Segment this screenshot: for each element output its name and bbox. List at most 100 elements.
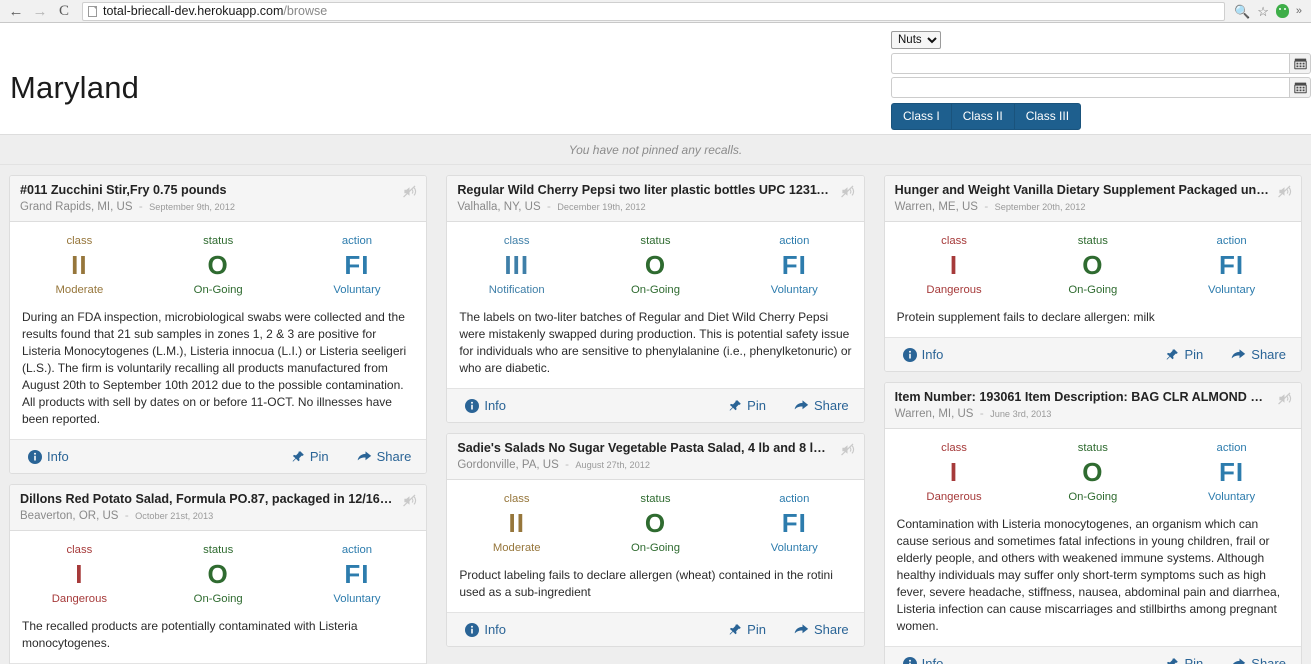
volume-off-icon[interactable] xyxy=(401,183,418,200)
class-badge-label: class xyxy=(66,543,93,556)
info-icon xyxy=(902,656,917,664)
recall-title: Sadie's Salads No Sugar Vegetable Pasta … xyxy=(457,441,854,456)
share-arrow-icon xyxy=(794,399,809,413)
action-badge-value: Voluntary xyxy=(1208,491,1256,504)
recall-date: September 9th, 2012 xyxy=(149,201,235,212)
class-badge-value: Dangerous xyxy=(926,491,982,504)
share-button[interactable]: Share xyxy=(794,622,849,637)
recall-card-header: Regular Wild Cherry Pepsi two liter plas… xyxy=(447,176,864,222)
action-badge-value: Voluntary xyxy=(1208,284,1256,297)
status-badge-label: status xyxy=(640,492,671,505)
class-2-button[interactable]: Class II xyxy=(950,103,1014,130)
recall-description: Product labeling fails to declare allerg… xyxy=(459,568,833,600)
extension-icon[interactable] xyxy=(1275,4,1289,18)
volume-off-icon[interactable] xyxy=(839,441,856,458)
status-badge-glyph: O xyxy=(1082,250,1104,281)
pin-button[interactable]: Pin xyxy=(728,398,766,413)
volume-off-icon[interactable] xyxy=(1276,183,1293,200)
status-badge-value: On-Going xyxy=(631,542,680,555)
star-icon[interactable]: ☆ xyxy=(1257,5,1269,18)
status-badge-glyph: O xyxy=(1082,457,1104,488)
recall-location-date: Gordonville, PA, US - August 27th, 2012 xyxy=(457,458,650,471)
recall-card-header: Dillons Red Potato Salad, Formula PO.87,… xyxy=(10,485,427,531)
pin-button[interactable]: Pin xyxy=(1165,656,1203,664)
recall-card[interactable]: Hunger and Weight Vanilla Dietary Supple… xyxy=(883,175,1302,372)
date-from-input[interactable] xyxy=(891,53,1289,74)
recall-badges: class II Moderate status O On-Going acti… xyxy=(10,222,426,302)
date-to-input[interactable] xyxy=(891,77,1289,98)
recall-location: Gordonville, PA, US xyxy=(457,458,559,471)
share-button[interactable]: Share xyxy=(794,398,849,413)
class-badge: class I Dangerous xyxy=(885,441,1024,505)
search-icon[interactable]: 🔍 xyxy=(1234,5,1250,18)
info-button[interactable]: Info xyxy=(28,449,69,464)
recall-title: Regular Wild Cherry Pepsi two liter plas… xyxy=(457,183,838,197)
recall-card[interactable]: Dillons Red Potato Salad, Formula PO.87,… xyxy=(9,484,428,664)
class-badge: class I Dangerous xyxy=(10,543,149,607)
back-arrow-icon[interactable]: ← xyxy=(4,1,28,21)
action-badge-glyph: FI xyxy=(1219,250,1245,281)
chevron-double-right-icon[interactable]: » xyxy=(1296,5,1302,17)
recall-card-header: Item Number: 193061 Item Description: BA… xyxy=(884,383,1301,429)
recall-card[interactable]: Item Number: 193061 Item Description: BA… xyxy=(883,382,1302,664)
recall-card[interactable]: Regular Wild Cherry Pepsi two liter plas… xyxy=(446,175,865,424)
volume-off-icon[interactable] xyxy=(839,183,856,200)
recall-description: Contamination with Listeria monocytogene… xyxy=(896,516,1281,634)
action-badge-value: Voluntary xyxy=(333,284,381,297)
action-badge: action FI Voluntary xyxy=(288,543,427,607)
info-button[interactable]: Info xyxy=(465,398,506,413)
share-button[interactable]: Share xyxy=(1231,347,1286,362)
reload-icon[interactable]: C xyxy=(52,1,76,21)
info-button[interactable]: Info xyxy=(902,347,943,362)
recall-description: Protein supplement fails to declare alle… xyxy=(896,309,1155,324)
recall-date: June 3rd, 2013 xyxy=(990,408,1052,419)
class-badge-value: Moderate xyxy=(492,542,541,555)
recall-date: December 19th, 2012 xyxy=(557,201,646,212)
pin-button[interactable]: Pin xyxy=(291,449,329,464)
address-bar[interactable]: total-briecall-dev.herokuapp.com/browse xyxy=(82,1,1226,21)
volume-off-icon[interactable] xyxy=(1276,390,1293,407)
status-badge: status O On-Going xyxy=(149,543,288,607)
share-label: Share xyxy=(813,398,849,414)
info-button[interactable]: Info xyxy=(465,622,506,637)
class-3-button[interactable]: Class III xyxy=(1013,103,1082,130)
recall-location: Warren, MI, US xyxy=(894,407,974,420)
class-badge-glyph: III xyxy=(504,250,530,281)
action-badge-label: action xyxy=(341,543,373,556)
recall-title: Hunger and Weight Vanilla Dietary Supple… xyxy=(894,183,1291,197)
page-document-icon xyxy=(88,5,97,17)
action-badge-label: action xyxy=(1216,234,1247,247)
info-icon xyxy=(465,398,480,413)
page-title: Maryland xyxy=(10,70,140,105)
forward-arrow-icon[interactable]: → xyxy=(28,1,52,21)
action-badge-glyph: FI xyxy=(344,559,370,590)
class-filter-group: Class I Class II Class III xyxy=(891,103,1311,130)
pin-label: Pin xyxy=(747,398,766,414)
info-label: Info xyxy=(484,398,507,414)
status-badge: status O On-Going xyxy=(586,492,725,556)
action-badge: action FI Voluntary xyxy=(1162,234,1301,298)
class-1-button[interactable]: Class I xyxy=(891,103,951,130)
pin-button[interactable]: Pin xyxy=(1165,347,1203,362)
action-badge-glyph: FI xyxy=(344,250,370,281)
info-button[interactable]: Info xyxy=(902,656,943,664)
calendar-icon[interactable] xyxy=(1289,77,1311,98)
recall-card[interactable]: Sadie's Salads No Sugar Vegetable Pasta … xyxy=(446,433,865,648)
pinned-empty-message: You have not pinned any recalls. xyxy=(568,142,743,157)
volume-off-icon[interactable] xyxy=(401,492,418,509)
status-badge-value: On-Going xyxy=(1068,491,1118,504)
recall-description: The labels on two-liter batches of Regul… xyxy=(459,309,852,376)
share-arrow-icon xyxy=(357,450,372,464)
status-badge-glyph: O xyxy=(644,250,667,281)
status-badge-value: On-Going xyxy=(193,284,243,297)
pin-button[interactable]: Pin xyxy=(728,622,766,637)
category-select[interactable]: Nuts xyxy=(891,31,941,49)
share-button[interactable]: Share xyxy=(1231,656,1286,664)
calendar-icon[interactable] xyxy=(1289,53,1311,74)
share-label: Share xyxy=(813,622,849,638)
recall-card[interactable]: #011 Zucchini Stir,Fry 0.75 pounds Grand… xyxy=(9,175,428,475)
recall-card-footer: Info Pin Share xyxy=(447,388,864,423)
share-button[interactable]: Share xyxy=(357,449,411,464)
recall-title: Dillons Red Potato Salad, Formula PO.87,… xyxy=(20,492,417,507)
class-badge-value: Moderate xyxy=(55,284,104,297)
